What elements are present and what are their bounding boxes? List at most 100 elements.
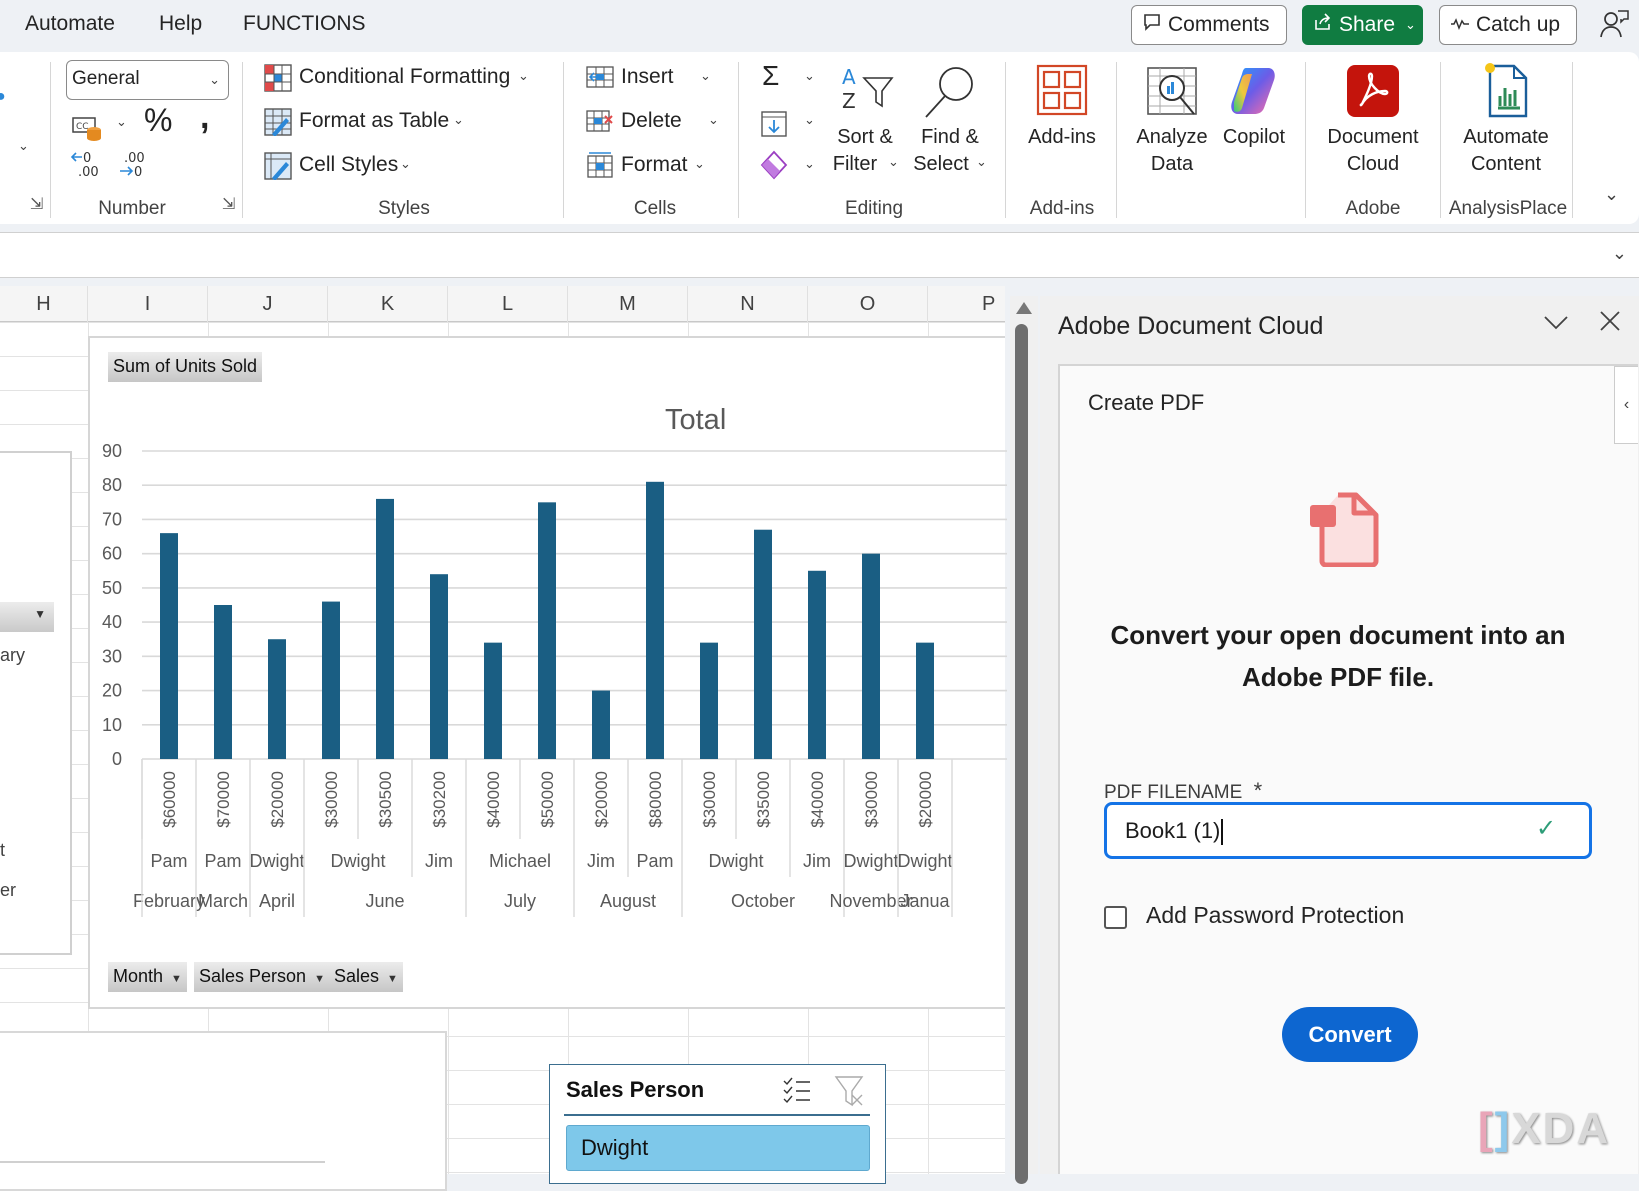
x-tick-label-sales: $30500 bbox=[376, 771, 395, 828]
comma-style-icon[interactable]: , bbox=[200, 98, 209, 137]
percent-style-icon[interactable]: % bbox=[144, 102, 172, 139]
formula-bar[interactable]: ⌄ bbox=[0, 232, 1639, 278]
chevron-down-icon[interactable]: ⌄ bbox=[804, 156, 815, 172]
fill-icon[interactable] bbox=[760, 110, 788, 138]
decrease-decimal-icon[interactable]: .000 bbox=[118, 148, 154, 180]
cell-styles-label: Cell Styles bbox=[299, 153, 399, 176]
slicer-divider bbox=[564, 1114, 870, 1116]
analysisplace-group-label: AnalysisPlace bbox=[1448, 198, 1568, 219]
collapse-side-tab[interactable]: ‹ bbox=[1614, 366, 1638, 444]
watermark-text: XDA bbox=[1511, 1104, 1611, 1153]
scroll-up-arrow-icon[interactable] bbox=[1016, 302, 1032, 314]
sales-person-slicer[interactable]: Sales Person Dwight bbox=[549, 1064, 886, 1184]
x-tick-label-month: Janua bbox=[900, 891, 950, 911]
chevron-left-icon: ‹ bbox=[1623, 396, 1630, 413]
column-header-i[interactable]: I bbox=[88, 286, 208, 322]
column-header-o[interactable]: O bbox=[808, 286, 928, 322]
slicer-item-dwight[interactable]: Dwight bbox=[566, 1125, 870, 1171]
autosum-icon[interactable]: Σ bbox=[762, 60, 779, 92]
bar[interactable] bbox=[538, 502, 556, 759]
bar[interactable] bbox=[322, 601, 340, 759]
conditional-formatting-label: Conditional Formatting bbox=[299, 65, 511, 88]
password-protection-checkbox[interactable] bbox=[1104, 906, 1127, 929]
bar[interactable] bbox=[754, 529, 772, 759]
chevron-down-icon[interactable]: ⌄ bbox=[804, 112, 815, 128]
chevron-down-icon[interactable]: ⌄ bbox=[116, 114, 127, 130]
comments-button[interactable]: Comments bbox=[1131, 5, 1287, 45]
ribbon-separator bbox=[1305, 62, 1306, 218]
axis-field-month[interactable]: Month ▼ bbox=[108, 962, 187, 992]
column-header-l[interactable]: L bbox=[448, 286, 568, 322]
xda-watermark-logo: []XDA bbox=[1478, 1104, 1611, 1153]
headline-line-1: Convert your open document into an bbox=[1110, 620, 1566, 650]
bar[interactable] bbox=[376, 498, 394, 759]
menu-help[interactable]: Help bbox=[159, 12, 202, 36]
embedded-object-frame[interactable] bbox=[0, 1031, 447, 1191]
share-icon bbox=[1313, 12, 1333, 38]
slicer-item-fragment[interactable]: t bbox=[0, 840, 5, 861]
ribbon-separator bbox=[50, 62, 51, 218]
accounting-format-icon[interactable]: CC bbox=[72, 114, 104, 142]
y-tick-label: 50 bbox=[102, 578, 122, 598]
column-header-n[interactable]: N bbox=[688, 286, 808, 322]
chevron-down-icon[interactable]: ⌄ bbox=[18, 138, 29, 154]
axis-field-sales-person[interactable]: Sales Person ▼ bbox=[194, 962, 330, 992]
x-tick-label-sales: $40000 bbox=[808, 771, 827, 828]
pane-options-chevron-icon[interactable] bbox=[1544, 310, 1568, 336]
bar[interactable] bbox=[808, 570, 826, 759]
person-icon[interactable] bbox=[1598, 8, 1630, 40]
expand-formula-bar-icon[interactable]: ⌄ bbox=[1612, 243, 1627, 264]
y-tick-label: 90 bbox=[102, 441, 122, 461]
clear-eraser-icon[interactable] bbox=[760, 150, 788, 180]
menu-automate[interactable]: Automate bbox=[25, 12, 115, 36]
ribbon-collapse-chevron-icon[interactable]: ⌄ bbox=[1604, 184, 1619, 205]
slicer-item-fragment[interactable]: ary bbox=[0, 645, 25, 666]
clear-filter-icon[interactable] bbox=[834, 1075, 866, 1107]
x-tick-label-month: March bbox=[198, 891, 248, 911]
slicer-dropdown[interactable]: ▼ bbox=[0, 602, 54, 632]
svg-text:Z: Z bbox=[842, 89, 856, 112]
number-format-select[interactable]: General ⌄ bbox=[66, 60, 229, 100]
slicer-item-fragment[interactable]: er bbox=[0, 880, 16, 901]
menu-functions[interactable]: FUNCTIONS bbox=[243, 12, 366, 36]
bar[interactable] bbox=[268, 639, 286, 759]
share-button[interactable]: Share ⌄ bbox=[1302, 5, 1423, 45]
column-header-h[interactable]: H bbox=[0, 286, 88, 322]
multi-select-icon[interactable] bbox=[782, 1075, 812, 1105]
convert-button[interactable]: Convert bbox=[1282, 1007, 1418, 1062]
dropdown-arrow-icon: ▼ bbox=[387, 973, 398, 985]
bar[interactable] bbox=[700, 642, 718, 759]
x-tick-label-sales: $40000 bbox=[484, 771, 503, 828]
vertical-scrollbar[interactable] bbox=[1010, 296, 1038, 1184]
scrollbar-thumb[interactable] bbox=[1015, 324, 1028, 1184]
increase-decimal-icon[interactable]: 0.00 bbox=[70, 148, 106, 180]
bar[interactable] bbox=[646, 481, 664, 759]
document-cloud-label-1: Document bbox=[1327, 126, 1419, 148]
bar[interactable] bbox=[430, 574, 448, 759]
bar[interactable] bbox=[484, 642, 502, 759]
pivot-chart[interactable]: Sum of Units Sold Total 0 10 20 30 40 50 60 70 8… bbox=[88, 336, 1007, 1009]
bar[interactable] bbox=[916, 642, 934, 759]
bar[interactable] bbox=[862, 553, 880, 759]
catch-up-button[interactable]: Catch up bbox=[1439, 5, 1577, 45]
column-header-p[interactable]: P bbox=[928, 286, 1005, 322]
chevron-down-icon[interactable]: ⌄ bbox=[804, 68, 815, 84]
column-header-m[interactable]: M bbox=[568, 286, 688, 322]
section-title: Create PDF bbox=[1088, 390, 1205, 415]
bar[interactable] bbox=[160, 533, 178, 759]
column-header-k[interactable]: K bbox=[328, 286, 448, 322]
pane-title: Adobe Document Cloud bbox=[1058, 312, 1324, 340]
bar[interactable] bbox=[592, 690, 610, 759]
pdf-filename-input[interactable]: Book1 (1) bbox=[1104, 802, 1592, 859]
dialog-launcher-icon[interactable]: ⇲ bbox=[30, 194, 43, 214]
dialog-launcher-icon[interactable]: ⇲ bbox=[222, 194, 235, 214]
chart-plot-area: 0 10 20 30 40 50 60 70 80 90 $60000 $70000 $20000 $30… bbox=[102, 441, 1007, 917]
column-header-j[interactable]: J bbox=[208, 286, 328, 322]
headline: Convert your open document into an Adobe… bbox=[1060, 614, 1616, 698]
password-protection-label[interactable]: Add Password Protection bbox=[1146, 902, 1404, 929]
axis-field-sales[interactable]: Sales ▼ bbox=[329, 962, 403, 992]
close-pane-icon[interactable] bbox=[1600, 306, 1620, 338]
bar[interactable] bbox=[214, 605, 232, 759]
automate-content-icon bbox=[1485, 63, 1528, 118]
cell-styles-icon bbox=[264, 152, 292, 180]
